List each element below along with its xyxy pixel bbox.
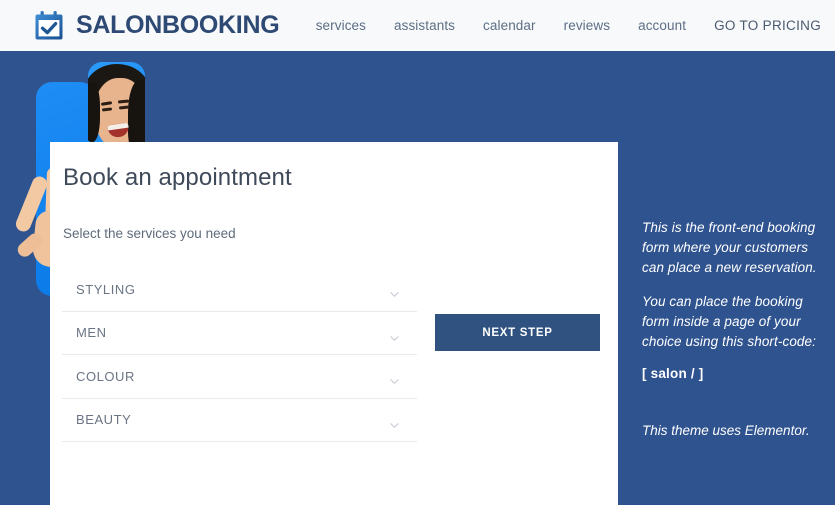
service-accordion-list: STYLING MEN COLOUR BEAUTY (62, 268, 417, 442)
brand-logo[interactable]: SALONBOOKING (32, 9, 280, 43)
service-label: MEN (76, 325, 107, 341)
annotation-panel: This is the front-end booking form where… (642, 218, 824, 441)
hero-section: Book an appointment Select the services … (0, 51, 835, 505)
chevron-down-icon[interactable] (390, 286, 399, 298)
person-hair-left (88, 82, 100, 142)
annotation-footer: This theme uses Elementor. (642, 423, 810, 438)
page-title: Book an appointment (63, 164, 292, 191)
nav-item-assistants[interactable]: assistants (394, 18, 455, 33)
chevron-down-icon[interactable] (390, 417, 399, 428)
shortcode-snippet: [ salon / ] (642, 366, 704, 381)
nav-item-reviews[interactable]: reviews (564, 18, 610, 33)
service-label: BEAUTY (76, 412, 132, 428)
next-step-button[interactable]: NEXT STEP (435, 314, 600, 351)
service-accordion-beauty[interactable]: BEAUTY (62, 399, 417, 442)
nav-item-go-to-pricing[interactable]: GO TO PRICING (714, 18, 821, 33)
service-label: STYLING (76, 281, 136, 297)
service-label: COLOUR (76, 368, 135, 384)
nav-item-services[interactable]: services (316, 18, 366, 33)
service-accordion-styling[interactable]: STYLING (62, 268, 417, 312)
site-header: SALONBOOKING services assistants calenda… (0, 0, 835, 51)
service-accordion-colour[interactable]: COLOUR (62, 355, 417, 399)
form-instruction: Select the services you need (63, 226, 236, 241)
calendar-check-icon (32, 9, 66, 43)
booking-form-card: Book an appointment Select the services … (50, 142, 618, 505)
nav-item-calendar[interactable]: calendar (483, 18, 536, 33)
annotation-paragraph-2: You can place the booking form inside a … (642, 294, 816, 349)
annotation-paragraph-1: This is the front-end booking form where… (642, 220, 817, 275)
main-navigation: services assistants calendar reviews acc… (316, 18, 829, 33)
chevron-down-icon[interactable] (390, 330, 399, 341)
service-accordion-men[interactable]: MEN (62, 312, 417, 355)
nav-item-account[interactable]: account (638, 18, 686, 33)
brand-name: SALONBOOKING (76, 11, 280, 39)
chevron-down-icon[interactable] (390, 373, 399, 385)
